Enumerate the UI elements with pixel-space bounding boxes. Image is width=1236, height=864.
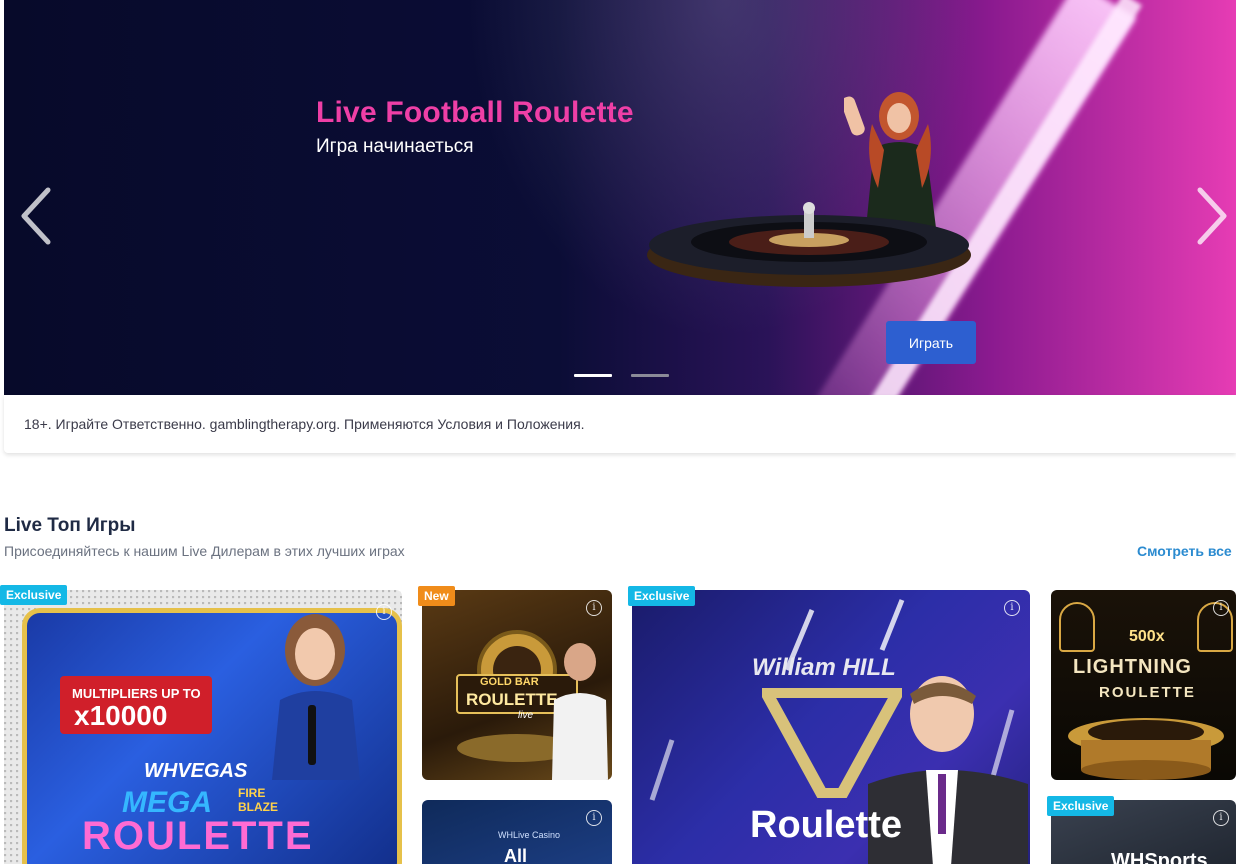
carousel-dot-active[interactable]	[574, 374, 612, 377]
carousel-prev-icon[interactable]	[16, 186, 56, 246]
game-art-text: x10000	[74, 700, 168, 731]
game-art-text: All	[504, 846, 528, 864]
game-art-text: WHLive Casino	[498, 830, 561, 840]
page: Live Football Roulette Игра начинаеться …	[0, 0, 1236, 864]
info-icon[interactable]: i	[1213, 810, 1229, 826]
game-art-text: FIRE BLAZE	[238, 786, 278, 814]
game-art-text: LIGHTNING	[1073, 656, 1192, 678]
game-art-text: ROULETTE	[1099, 684, 1196, 701]
roulette-wheel-image	[1068, 718, 1224, 780]
carousel-dot[interactable]	[631, 374, 669, 377]
game-art-text: MULTIPLIERS UP TO	[72, 686, 201, 701]
new-badge: New	[418, 586, 455, 606]
info-icon[interactable]: i	[1004, 600, 1020, 616]
game-art-text: live	[518, 710, 534, 721]
responsible-gambling-bar: 18+. Играйте Ответственно. gamblingthera…	[4, 395, 1236, 453]
hero-banner[interactable]: Live Football Roulette Игра начинаеться …	[4, 0, 1236, 395]
dealer-image	[552, 643, 608, 780]
info-icon[interactable]: i	[376, 604, 392, 620]
game-art-text: Roulette	[750, 804, 902, 846]
game-art-text: WHVEGAS	[144, 760, 248, 782]
exclusive-badge: Exclusive	[0, 585, 68, 605]
game-card-mega-fire-blaze-roulette[interactable]: MULTIPLIERS UP TO x10000 WHVEGAS MEGA FI…	[4, 590, 402, 864]
see-all-link[interactable]: Смотреть все	[1137, 543, 1232, 559]
dealer-image	[272, 614, 360, 780]
disclaimer-text: 18+. Играйте Ответственно. gamblingthera…	[24, 416, 585, 432]
game-art-text: WHSports	[1111, 850, 1208, 864]
section-subtitle: Присоединяйтесь к нашим Live Дилерам в э…	[4, 543, 405, 559]
hero-subtitle: Игра начинаеться	[316, 136, 474, 157]
roulette-wheel-image	[647, 202, 971, 287]
carousel-next-icon[interactable]	[1192, 186, 1232, 246]
game-card-lightning-roulette[interactable]: 500x LIGHTNING ROULETTE i	[1051, 590, 1236, 780]
game-art-text: GOLD BAR	[480, 676, 539, 688]
exclusive-badge: Exclusive	[628, 586, 696, 606]
game-card-all-live-casino[interactable]: WHLive Casino All i	[422, 800, 612, 864]
info-icon[interactable]: i	[1213, 600, 1229, 616]
play-button[interactable]: Играть	[886, 321, 976, 364]
game-card-william-hill-roulette[interactable]: William HILL Roulette i	[632, 590, 1030, 864]
game-art-text: 500x	[1129, 628, 1165, 645]
section-title: Live Топ Игры	[4, 515, 136, 536]
hero-title: Live Football Roulette	[316, 96, 634, 129]
exclusive-badge: Exclusive	[1047, 796, 1115, 816]
info-icon[interactable]: i	[586, 600, 602, 616]
game-card-gold-bar-roulette[interactable]: GOLD BAR ROULETTE live i	[422, 590, 612, 780]
game-art-text: ROULETTE	[82, 814, 314, 858]
game-art-text: ROULETTE	[466, 690, 558, 709]
info-icon[interactable]: i	[586, 810, 602, 826]
